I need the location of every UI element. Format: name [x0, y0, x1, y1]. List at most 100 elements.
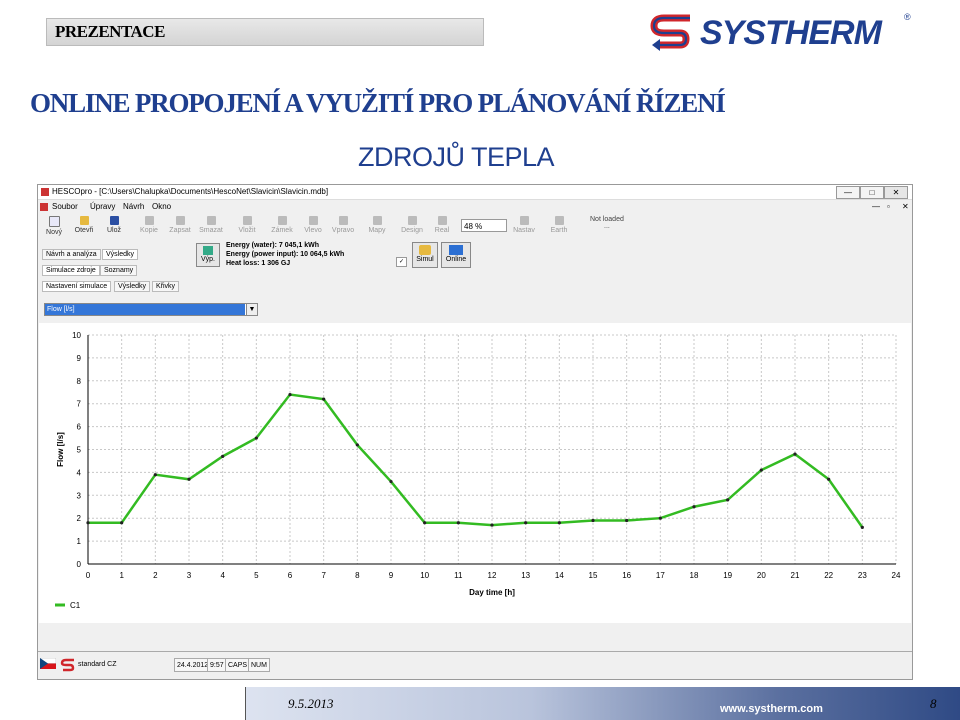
heat-loss: Heat loss: 1 306 GJ [226, 260, 291, 267]
tab-nastaveni-simulace[interactable]: Nastavení simulace [42, 281, 112, 292]
data-point [153, 473, 157, 477]
minimize-button[interactable]: — [836, 186, 860, 199]
page-number: 8 [930, 696, 937, 711]
maximize-button[interactable]: □ [860, 186, 884, 199]
simul-button[interactable]: Simul [412, 242, 438, 268]
x-tick-label: 17 [656, 571, 665, 580]
rotate-right-icon [338, 216, 348, 225]
data-point [860, 525, 864, 529]
data-point [288, 392, 292, 397]
data-point [625, 518, 629, 523]
energy-power: Energy (power input): 10 064,5 kWh [226, 251, 345, 258]
menu-okno[interactable]: Okno [152, 202, 171, 211]
y-tick-label: 4 [77, 468, 82, 477]
inner-minimize-button[interactable]: — [872, 202, 880, 211]
toolbar-design-button[interactable]: Design [398, 213, 426, 234]
online-button[interactable]: Online [441, 242, 471, 268]
copy-icon [144, 216, 154, 225]
toolbar-label: Vpravo [331, 227, 355, 234]
toolbar-label: Nastav [513, 227, 535, 234]
menu-bar: Soubor Úpravy Návrh Okno — ▫ ✕ [38, 200, 912, 213]
toolbar-label: Nový [46, 229, 62, 236]
toolbar-label: Design [401, 227, 423, 234]
toolbar-earth-button[interactable]: Earth [546, 213, 572, 234]
toolbar-label: Ulož [106, 227, 121, 234]
data-point [355, 443, 359, 447]
y-tick-label: 2 [77, 514, 82, 523]
x-tick-label: 11 [454, 571, 463, 580]
toolbar-left-button[interactable]: Vlevo [300, 213, 326, 234]
y-tick-label: 5 [77, 446, 82, 455]
tab-navrh-analyza[interactable]: Návrh a analýza [42, 249, 101, 260]
inner-restore-button[interactable]: ▫ [887, 202, 890, 211]
slide-title-line1: ONLINE PROPOJENÍ A VYUŽITÍ PRO PLÁNOVÁNÍ… [30, 88, 726, 118]
toolbar-label: Zapsat [169, 227, 191, 234]
section-label: PREZENTACE [55, 22, 165, 41]
toolbar-copy-button[interactable]: Kopie [136, 213, 162, 234]
y-tick-label: 1 [77, 537, 82, 546]
flow-chart: 0 1 2 3 4 5 6 7 8 9 10 11 12 13 14 15 16 17 18 19 20 21 22 23 24… [55, 331, 901, 610]
data-point [221, 454, 225, 458]
map-status-text: Not loaded [590, 216, 624, 223]
open-folder-icon [79, 216, 89, 225]
toolbar-new-button[interactable]: Nový [42, 213, 66, 236]
status-caps: CAPS [225, 658, 251, 672]
inner-close-button[interactable]: ✕ [902, 202, 909, 211]
tab-krivky[interactable]: Křivky [152, 281, 180, 292]
toolbar-delete-button[interactable]: Smazat [196, 213, 226, 234]
toolbar-label: Kopie [140, 227, 158, 234]
footer-url[interactable]: www.systherm.com [720, 703, 823, 715]
data-point [187, 477, 191, 481]
vyp-button[interactable]: Výp. [196, 243, 220, 267]
data-point [389, 479, 393, 484]
legend-label: C1 [70, 601, 81, 610]
toolbar-label: Real [434, 227, 450, 234]
data-point [322, 397, 326, 401]
map-status-sub: ... [604, 223, 610, 230]
toolbar-label: Earth [550, 227, 568, 234]
toolbar-open-button[interactable]: Otevři [70, 213, 98, 234]
toolbar-write-button[interactable]: Zapsat [166, 213, 194, 234]
data-point [793, 452, 797, 456]
toolbar-right-button[interactable]: Vpravo [328, 213, 358, 234]
x-tick-label: 14 [555, 571, 564, 580]
toolbar-real-button[interactable]: Real [430, 213, 454, 234]
tab-vysledky[interactable]: Výsledky [114, 281, 151, 292]
online-label: Online [445, 256, 467, 263]
data-point [456, 521, 460, 525]
tab-vysledky-top[interactable]: Výsledky [102, 249, 139, 260]
x-tick-label: 5 [254, 571, 259, 580]
menu-soubor[interactable]: Soubor [52, 202, 78, 211]
data-point [490, 523, 494, 527]
data-point [759, 468, 763, 472]
quantity-dropdown[interactable]: Flow [l/s] ▼ [44, 303, 258, 316]
toolbar-lock-button[interactable]: Zámek [268, 213, 296, 234]
data-point [726, 498, 730, 502]
series-line [88, 393, 864, 529]
menu-navrh[interactable]: Návrh [123, 202, 144, 211]
quantity-dropdown-value: Flow [l/s] [45, 304, 245, 315]
close-button[interactable]: ✕ [884, 186, 908, 199]
toolbar-save-button[interactable]: Ulož [102, 213, 126, 234]
zoom-select[interactable]: 48 % [461, 219, 507, 232]
toolbar-maps-button[interactable]: Mapy [365, 213, 389, 234]
tab-simulace-zdroje[interactable]: Simulace zdroje [42, 265, 100, 276]
systherm-small-icon [60, 658, 75, 672]
online-icon [449, 245, 463, 255]
stats-checkbox[interactable]: ✓ [396, 257, 407, 267]
czech-flag-icon [40, 658, 56, 669]
slide-title-line2: ZDROJŮ TEPLA [358, 142, 555, 172]
real-icon [437, 216, 447, 225]
toolbar-label: Zámek [271, 227, 293, 234]
footer-date: 9.5.2013 [288, 696, 334, 711]
menu-upravy[interactable]: Úpravy [90, 202, 115, 211]
toolbar-label: Vlevo [304, 227, 322, 234]
tab-soznamy[interactable]: Soznamy [100, 265, 138, 276]
toolbar-nastav-button[interactable]: Nastav [510, 213, 538, 234]
app-icon [41, 188, 49, 196]
x-tick-label: 18 [690, 571, 699, 580]
chevron-down-icon[interactable]: ▼ [246, 304, 257, 315]
data-point [827, 477, 831, 481]
toolbar-paste-button[interactable]: Vložit [234, 213, 260, 234]
x-tick-label: 13 [521, 571, 530, 580]
